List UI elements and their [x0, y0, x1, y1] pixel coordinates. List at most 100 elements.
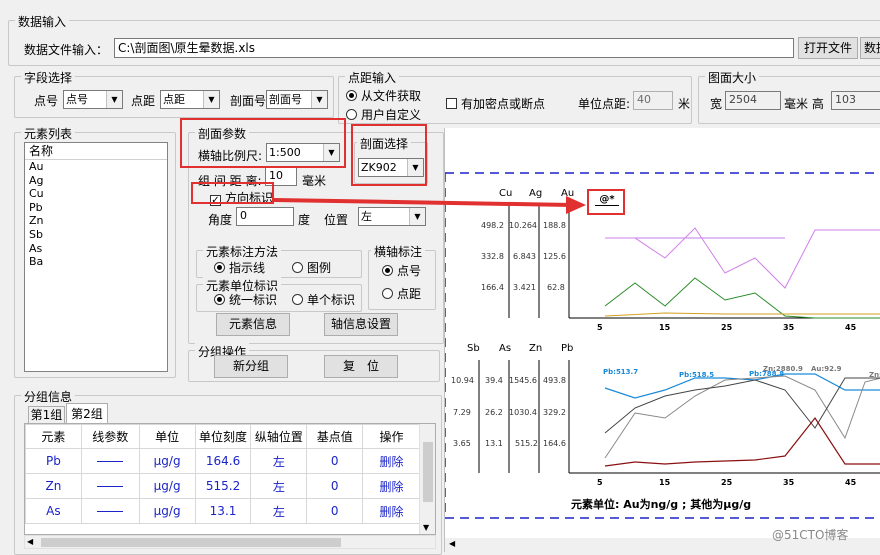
- section-no-select[interactable]: 剖面号 ▼: [266, 90, 328, 109]
- top-x-ticks: 5 15 25 35 45: [597, 323, 857, 332]
- highlight-section-select: [351, 124, 427, 186]
- series-pb-line: [604, 373, 880, 399]
- user-defined-radio[interactable]: 用户自定义: [346, 106, 421, 123]
- point-no-select[interactable]: 点号 ▼: [63, 90, 123, 109]
- cu-tick-1: 498.2: [481, 221, 504, 230]
- open-file-button[interactable]: 打开文件: [798, 37, 858, 59]
- column-header: 操作: [362, 424, 421, 449]
- data-partial-button[interactable]: 数捷: [860, 37, 880, 59]
- chevron-down-icon[interactable]: ▼: [106, 91, 122, 108]
- line-param-swatch[interactable]: [80, 473, 140, 499]
- axis-name-as: As: [499, 343, 511, 354]
- point-dist-select[interactable]: 点距 ▼: [160, 90, 220, 109]
- angle-field[interactable]: 0: [236, 207, 294, 226]
- point-dist-select-value: 点距: [163, 93, 185, 106]
- new-group-button[interactable]: 新分组: [214, 355, 288, 378]
- line-sample-icon: [97, 511, 124, 512]
- file-path-field[interactable]: C:\剖面图\原生晕数据.xls: [114, 38, 794, 58]
- list-item[interactable]: Cu: [29, 187, 167, 201]
- scroll-thumb[interactable]: [423, 442, 433, 502]
- group-table: 元素 线参数 单位 单位刻度 纵轴位置 基点值 操作 Pb μg/g 164.6 左 0 删除 Zn μg…: [25, 424, 421, 524]
- axis-name-sb: Sb: [467, 343, 480, 354]
- vertical-scrollbar[interactable]: ▼: [419, 424, 435, 534]
- list-item[interactable]: Sb: [29, 228, 167, 242]
- delete-link[interactable]: 删除: [362, 473, 421, 499]
- cell-element: Pb: [25, 448, 82, 474]
- single-label: 单个标识: [307, 293, 356, 307]
- reset-button[interactable]: 复 位: [324, 355, 398, 378]
- line-param-swatch[interactable]: [80, 448, 140, 474]
- user-defined-label: 用户自定义: [361, 108, 422, 122]
- element-listbox[interactable]: 名称 Au Ag Cu Pb Zn Sb As Ba: [24, 142, 168, 372]
- radio-selected-icon: [382, 265, 393, 276]
- indicator-radio[interactable]: 指示线: [214, 259, 265, 276]
- column-header: 元素: [25, 424, 82, 449]
- line-param-swatch[interactable]: [80, 498, 140, 524]
- width-field[interactable]: 2504: [725, 91, 781, 110]
- legend-radio[interactable]: 图例: [292, 259, 331, 276]
- single-radio[interactable]: 单个标识: [292, 291, 355, 308]
- figure-size-group-label: 图面大小: [705, 69, 760, 86]
- position-select[interactable]: 左 ▼: [358, 207, 426, 226]
- cu-tick-3: 166.4: [481, 283, 504, 292]
- zn-tick-1: 1545.6: [509, 376, 537, 385]
- x-tick-label: 15: [659, 478, 671, 487]
- field-select-group-label: 字段选择: [21, 69, 76, 86]
- h-scroll-thumb[interactable]: [41, 538, 341, 547]
- series-ag-line: [604, 312, 880, 317]
- element-info-button[interactable]: 元素信息: [216, 313, 290, 336]
- radio-icon: [292, 262, 303, 273]
- ag-tick-3: 3.421: [513, 283, 536, 292]
- table-row[interactable]: Zn μg/g 515.2 左 0 删除: [25, 473, 421, 499]
- point-dist-radio[interactable]: 点距: [382, 285, 421, 302]
- column-header: 纵轴位置: [250, 424, 308, 449]
- preview-scroll-left-icon[interactable]: ◀: [449, 539, 455, 548]
- tab-group-1[interactable]: 第1组: [28, 406, 65, 424]
- delete-link[interactable]: 删除: [362, 498, 421, 524]
- delete-link[interactable]: 删除: [362, 448, 421, 474]
- x-tick-label: 35: [783, 478, 795, 487]
- from-file-label: 从文件获取: [361, 89, 422, 103]
- from-file-radio[interactable]: 从文件获取: [346, 87, 421, 104]
- list-item[interactable]: Ba: [29, 255, 167, 269]
- height-field[interactable]: 103: [831, 91, 880, 110]
- chevron-down-icon[interactable]: ▼: [311, 91, 327, 108]
- column-header: 单位刻度: [194, 424, 252, 449]
- list-item[interactable]: Au: [29, 160, 167, 174]
- unit-distance-field[interactable]: 40: [633, 91, 673, 110]
- list-item[interactable]: As: [29, 242, 167, 256]
- au-tick-2: 125.6: [543, 252, 566, 261]
- scroll-left-icon[interactable]: ◀: [27, 537, 33, 546]
- point-dist-label: 点距: [131, 94, 156, 108]
- horizontal-scrollbar[interactable]: ◀: [24, 535, 436, 549]
- scroll-down-icon[interactable]: ▼: [423, 523, 429, 532]
- encrypt-checkbox[interactable]: 有加密点或断点: [446, 95, 545, 112]
- axis-name-cu: Cu: [499, 188, 512, 199]
- cu-tick-2: 332.8: [481, 252, 504, 261]
- chart-footer: 元素单位: Au为ng/g ; 其他为μg/g: [571, 497, 751, 511]
- element-list-items: Au Ag Cu Pb Zn Sb As Ba: [25, 160, 167, 269]
- element-list-group-label: 元素列表: [21, 125, 76, 142]
- pb-tick-1: 493.8: [543, 376, 566, 385]
- sb-tick-2: 7.29: [453, 408, 471, 417]
- cell-unit: μg/g: [138, 448, 196, 474]
- table-row[interactable]: As μg/g 13.1 左 0 删除: [25, 498, 421, 524]
- chevron-down-icon[interactable]: ▼: [203, 91, 219, 108]
- point-no-radio[interactable]: 点号: [382, 262, 421, 279]
- list-item[interactable]: Pb: [29, 201, 167, 215]
- table-row[interactable]: Pb μg/g 164.6 左 0 删除: [25, 448, 421, 474]
- pb-tick-2: 329.2: [543, 408, 566, 417]
- radio-icon: [346, 109, 357, 120]
- top-ticks: 498.2 332.8 166.4 10.264 6.843 3.421 188…: [481, 221, 566, 292]
- chevron-down-icon[interactable]: ▼: [409, 208, 425, 225]
- watermark: @51CTO博客: [772, 528, 849, 542]
- list-item[interactable]: Ag: [29, 174, 167, 188]
- peak-label-5: Au:92.9: [811, 365, 842, 373]
- axis-settings-button[interactable]: 轴信息设置: [324, 313, 398, 336]
- height-label: 毫米 高: [784, 97, 824, 111]
- checkbox-icon: [446, 98, 457, 109]
- cell-scale: 164.6: [194, 448, 252, 474]
- tab-group-2[interactable]: 第2组: [66, 403, 108, 424]
- unified-radio[interactable]: 统一标识: [214, 291, 277, 308]
- list-item[interactable]: Zn: [29, 214, 167, 228]
